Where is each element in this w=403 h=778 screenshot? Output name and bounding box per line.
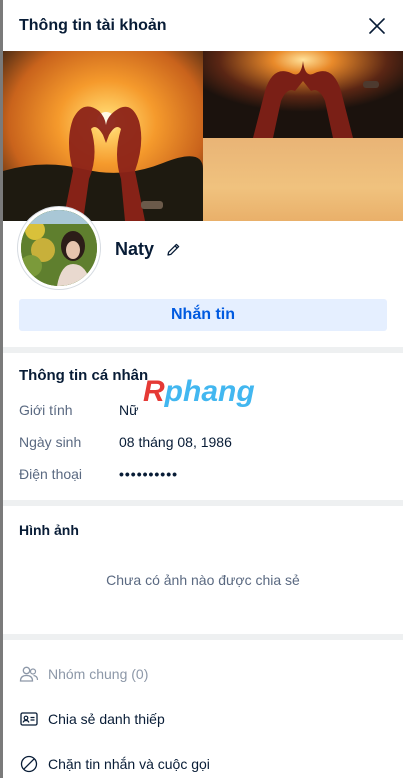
cover-image-collage [203, 51, 403, 221]
action-label: Nhóm chung (0) [48, 665, 149, 682]
name-wrap: Naty [115, 239, 182, 260]
info-value: •••••••••• [119, 466, 179, 482]
photos-title: Hình ảnh [19, 522, 79, 538]
close-button[interactable] [363, 12, 391, 40]
edit-name-button[interactable] [164, 241, 182, 259]
block-messages-calls-item[interactable]: Chặn tin nhắn và cuộc gọi [3, 741, 403, 778]
message-button[interactable]: Nhắn tin [19, 299, 387, 331]
share-contact-card-item[interactable]: Chia sẻ danh thiếp [3, 696, 403, 741]
info-label: Giới tính [19, 402, 73, 418]
info-value: Nữ [119, 402, 139, 418]
info-row-birthday: Ngày sinh 08 tháng 08, 1986 [19, 426, 387, 458]
photos-empty-text: Chưa có ảnh nào được chia sẻ [106, 572, 300, 588]
cover-photo[interactable] [3, 51, 403, 221]
panel-title: Thông tin tài khoản [19, 16, 167, 34]
action-label: Chia sẻ danh thiếp [48, 710, 165, 727]
photos-section: Hình ảnh Chưa có ảnh nào được chia sẻ [3, 506, 403, 634]
cover-image-sunset-hands [3, 51, 203, 221]
personal-info-section: Thông tin cá nhân Rphang Giới tính Nữ Ng… [3, 353, 403, 500]
avatar[interactable] [18, 207, 100, 289]
profile-name: Naty [115, 239, 155, 259]
block-icon [19, 754, 39, 774]
panel-header: Thông tin tài khoản [3, 0, 403, 51]
info-label: Điện thoại [19, 466, 83, 482]
info-label: Ngày sinh [19, 434, 82, 450]
group-icon [19, 664, 39, 684]
watermark-logo: Rphang [143, 375, 255, 408]
common-groups-item[interactable]: Nhóm chung (0) [3, 651, 403, 696]
action-label: Chặn tin nhắn và cuộc gọi [48, 755, 210, 772]
account-info-panel: Thông tin tài khoản Naty Nhắn tin Thông … [3, 0, 403, 778]
contact-card-icon [19, 709, 39, 729]
profile-row: Naty [3, 207, 403, 293]
close-icon [369, 17, 385, 34]
info-row-phone: Điện thoại •••••••••• [19, 458, 387, 490]
info-value: 08 tháng 08, 1986 [119, 434, 232, 450]
pencil-icon [166, 243, 179, 256]
